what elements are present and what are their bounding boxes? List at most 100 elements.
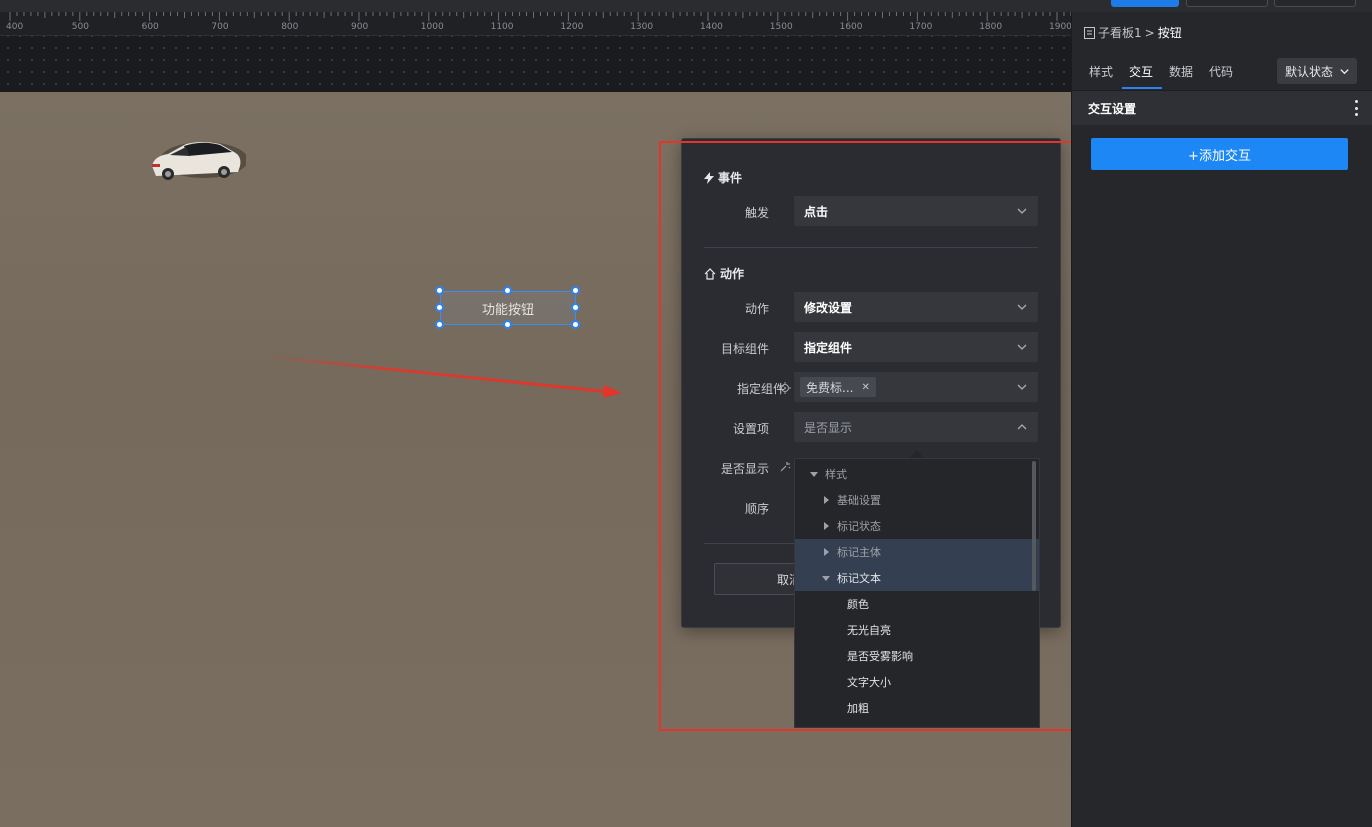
caret-right-icon[interactable]: [821, 547, 831, 557]
more-icon[interactable]: [1353, 100, 1359, 116]
resize-handle[interactable]: [435, 303, 444, 312]
ruler-label: 700: [211, 22, 229, 32]
resize-handle[interactable]: [571, 286, 580, 295]
setting-label: 设置项: [732, 422, 769, 436]
properties-panel: 子看板1 > 按钮 样式 交互 数据 代码 默认状态 交互设置 +添加交互: [1071, 12, 1372, 827]
lightning-icon: [704, 171, 714, 184]
publish-button[interactable]: [1111, 0, 1179, 7]
tree-group-item[interactable]: 样式: [795, 461, 1039, 487]
tree-leaf-item[interactable]: 文字大小: [795, 669, 1039, 695]
breadcrumb: 子看板1 > 按钮: [1084, 24, 1182, 41]
function-button-label: 功能按钮: [481, 302, 534, 318]
trigger-select[interactable]: 点击: [794, 196, 1038, 226]
action-select[interactable]: 修改设置: [794, 292, 1038, 322]
tree-item-label: 样式: [825, 468, 847, 481]
panel-tabs: 样式 交互 数据 代码 默认状态: [1072, 54, 1372, 90]
ruler-label: 1700: [909, 22, 933, 32]
caret-down-icon[interactable]: [809, 469, 819, 479]
tree-group-item[interactable]: 标记主体: [795, 539, 1039, 565]
tree-item-label: 是否受雾影响: [847, 650, 913, 663]
state-select[interactable]: 默认状态: [1277, 58, 1357, 84]
dropdown-caret: [910, 450, 924, 458]
resize-handle[interactable]: [503, 320, 512, 329]
ruler-label: 600: [141, 22, 159, 32]
sparkle-icon: [780, 462, 791, 472]
ruler-label: 1300: [630, 22, 654, 32]
ruler-label: 800: [281, 22, 299, 32]
tree-item-label: 加粗: [847, 702, 869, 715]
breadcrumb-separator: >: [1144, 25, 1155, 40]
tree-item-label: 基础设置: [837, 494, 881, 507]
caret-down-icon[interactable]: [821, 573, 831, 583]
component-tag: 免费标... ✕: [800, 377, 876, 397]
car-model[interactable]: [146, 136, 246, 188]
chevron-down-icon: [1017, 208, 1027, 214]
top-toolbar: [0, 0, 1372, 12]
resize-handle[interactable]: [571, 303, 580, 312]
tree-item-label: 标记状态: [837, 520, 881, 533]
ruler-label: 1500: [769, 22, 793, 32]
active-tab-indicator: [1122, 87, 1162, 89]
ruler-label: 400: [6, 22, 24, 32]
target-label: 目标组件: [720, 342, 769, 356]
ruler-label: 1200: [560, 22, 584, 32]
board-icon: [1084, 26, 1095, 39]
tree-group-item[interactable]: 标记状态: [795, 513, 1039, 539]
chevron-down-icon: [1017, 384, 1027, 390]
caret-right-icon[interactable]: [821, 521, 831, 531]
target-select[interactable]: 指定组件: [794, 332, 1038, 362]
tree-leaf-item[interactable]: 颜色: [795, 591, 1039, 617]
canvas-ruler: 400 500 600 700 800 900 1000 1100 1200 1300 1400 15…: [0, 12, 1072, 92]
event-section-title: 事件: [704, 169, 742, 186]
resize-handle[interactable]: [503, 286, 512, 295]
resize-handle[interactable]: [571, 320, 580, 329]
tab-data[interactable]: 数据: [1169, 63, 1193, 80]
dropdown-scrollbar[interactable]: [1032, 461, 1036, 591]
action-icon: [704, 267, 716, 280]
visible-label: 是否显示: [720, 462, 769, 476]
chevron-down-icon: [1340, 69, 1349, 75]
ruler-label: 1100: [490, 22, 514, 32]
caret-right-icon[interactable]: [821, 495, 831, 505]
tab-code[interactable]: 代码: [1209, 63, 1233, 80]
ruler-label: 1900: [1049, 22, 1072, 32]
setting-select[interactable]: 是否显示: [794, 412, 1038, 442]
chevron-down-icon: [1017, 304, 1027, 310]
resize-handle[interactable]: [435, 320, 444, 329]
resize-handle[interactable]: [435, 286, 444, 295]
tree-leaf-item[interactable]: 加粗: [795, 695, 1039, 721]
specify-select[interactable]: 免费标... ✕: [794, 372, 1038, 402]
breadcrumb-parent[interactable]: 子看板1: [1098, 24, 1142, 41]
toolbar-button[interactable]: [1274, 0, 1356, 7]
specify-label: 指定组件: [736, 382, 785, 396]
tag-close-icon[interactable]: ✕: [861, 382, 869, 393]
tab-style[interactable]: 样式: [1089, 63, 1113, 80]
app-root: 400 500 600 700 800 900 1000 1100 1200 1300 1400 15…: [0, 0, 1372, 827]
toolbar-button[interactable]: [1186, 0, 1268, 7]
action-section-title: 动作: [704, 265, 744, 282]
ruler-label: 1800: [979, 22, 1003, 32]
tree-item-label: 标记主体: [837, 546, 881, 559]
tree-group-item[interactable]: 基础设置: [795, 487, 1039, 513]
ruler-label: 500: [71, 22, 89, 32]
tree-item-label: 文字大小: [847, 676, 891, 689]
ruler-band: 400 500 600 700 800 900 1000 1100 1200 1300 1400 15…: [0, 12, 1072, 36]
tree-item-label: 标记文本: [837, 572, 881, 585]
tree-leaf-item[interactable]: 是否受雾影响: [795, 643, 1039, 669]
setting-dropdown: 样式基础设置标记状态标记主体标记文本颜色无光自亮是否受雾影响 文字大小加粗: [794, 458, 1040, 728]
tree-leaf-item[interactable]: 无光自亮: [795, 617, 1039, 643]
chevron-down-icon: [1017, 344, 1027, 350]
locate-icon[interactable]: [779, 382, 791, 394]
tree-group-item[interactable]: 标记文本: [795, 565, 1039, 591]
trigger-label: 触发: [744, 206, 769, 220]
breadcrumb-current: 按钮: [1157, 26, 1182, 40]
chevron-up-icon: [1017, 424, 1027, 430]
action-label: 动作: [744, 302, 769, 316]
tab-interaction[interactable]: 交互: [1129, 63, 1153, 80]
ruler-label: 1600: [839, 22, 863, 32]
order-label: 顺序: [744, 502, 769, 516]
tree-item-label: 无光自亮: [847, 624, 891, 637]
interaction-settings-header: 交互设置: [1072, 90, 1372, 125]
add-interaction-button[interactable]: +添加交互: [1091, 138, 1348, 170]
section-divider: [704, 247, 1038, 248]
